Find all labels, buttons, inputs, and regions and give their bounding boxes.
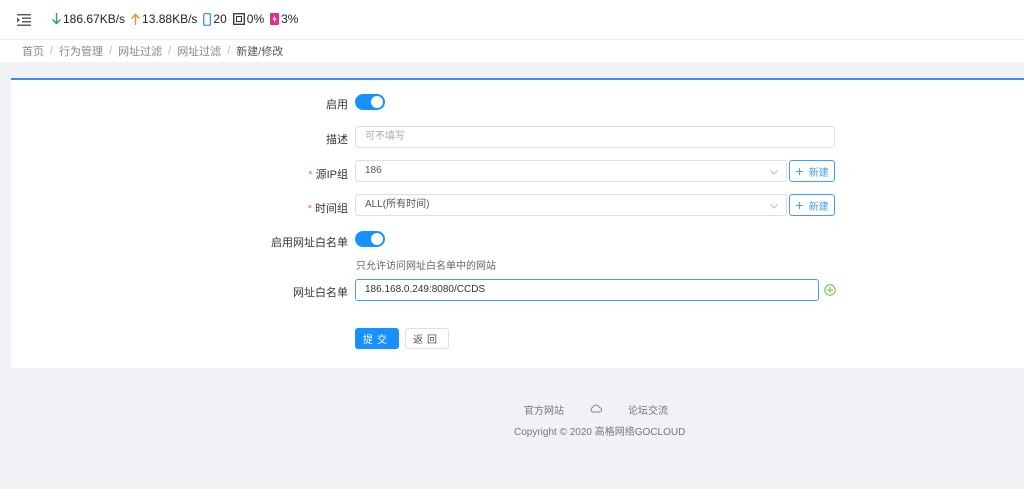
add-circle-icon[interactable] (824, 284, 836, 296)
device-count: 20 (213, 12, 227, 26)
status-stats: 186.67KB/s 13.88KB/s 20 0% 3% (52, 12, 304, 26)
whitelist-url-input[interactable]: 186.168.0.249:8080/CCDS (355, 279, 819, 301)
footer-links: 官方网站 论坛交流 (524, 402, 694, 417)
breadcrumb-url-filter-sub[interactable]: 网址过滤 (177, 43, 221, 59)
description-input[interactable]: 可不填写 (355, 126, 835, 148)
source-ip-group-select[interactable]: 186 (355, 160, 787, 182)
chevron-down-icon (770, 204, 778, 209)
breadcrumb: 首页 / 行为管理 / 网址过滤 / 网址过滤 / 新建/修改 (0, 40, 1024, 62)
cpu-stat: 0% (232, 12, 265, 26)
upload-speed: 13.88KB/s (142, 12, 198, 26)
source-ip-group-label: * 源IP组 (308, 169, 348, 181)
whitelist-enable-switch[interactable] (355, 231, 385, 247)
time-group-value: ALL(所有时间) (365, 199, 430, 210)
breadcrumb-behavior[interactable]: 行为管理 (59, 43, 103, 59)
forum-link[interactable]: 论坛交流 (628, 402, 668, 417)
new-source-ip-group-button[interactable]: + 新建 (789, 160, 835, 182)
enable-label: 启用 (326, 99, 348, 111)
official-site-link[interactable]: 官方网站 (524, 402, 564, 417)
enable-switch[interactable] (355, 94, 385, 110)
cloud-icon (590, 404, 603, 416)
submit-button[interactable]: 提交 (355, 328, 399, 349)
upload-stat: 13.88KB/s (131, 12, 197, 26)
whitelist-hint: 只允许访问网址白名单中的网站 (356, 261, 496, 272)
cpu-usage: 0% (246, 12, 265, 26)
upload-arrow-icon (131, 13, 141, 25)
chevron-down-icon (770, 170, 778, 175)
back-button[interactable]: 返回 (405, 328, 449, 349)
time-group-label: * 时间组 (307, 203, 348, 215)
source-ip-group-value: 186 (365, 165, 382, 176)
whitelist-enable-label: 启用网址白名单 (271, 237, 348, 249)
device-stat: 20 (203, 12, 227, 26)
memory-stat: 3% (270, 12, 298, 26)
download-arrow-icon (52, 13, 61, 25)
breadcrumb-url-filter[interactable]: 网址过滤 (118, 43, 162, 59)
memory-icon (270, 13, 280, 25)
time-group-select[interactable]: ALL(所有时间) (355, 194, 787, 216)
download-speed: 186.67KB/s (63, 12, 126, 26)
plus-icon: + (795, 163, 804, 179)
download-stat: 186.67KB/s (52, 12, 125, 26)
memory-usage: 3% (281, 12, 299, 26)
phone-icon (203, 12, 212, 26)
whitelist-label: 网址白名单 (293, 287, 348, 299)
description-label: 描述 (326, 134, 348, 146)
breadcrumb-current: 新建/修改 (236, 46, 284, 58)
plus-icon: + (795, 197, 804, 213)
copyright: Copyright © 2020 高格网络GOCLOUD (514, 427, 686, 438)
breadcrumb-home[interactable]: 首页 (22, 43, 44, 59)
menu-toggle-icon[interactable] (16, 12, 32, 28)
new-time-group-button[interactable]: + 新建 (789, 194, 835, 216)
form-card (11, 78, 1024, 368)
top-bar: 186.67KB/s 13.88KB/s 20 0% 3% (0, 0, 1024, 40)
cpu-icon (232, 13, 245, 25)
